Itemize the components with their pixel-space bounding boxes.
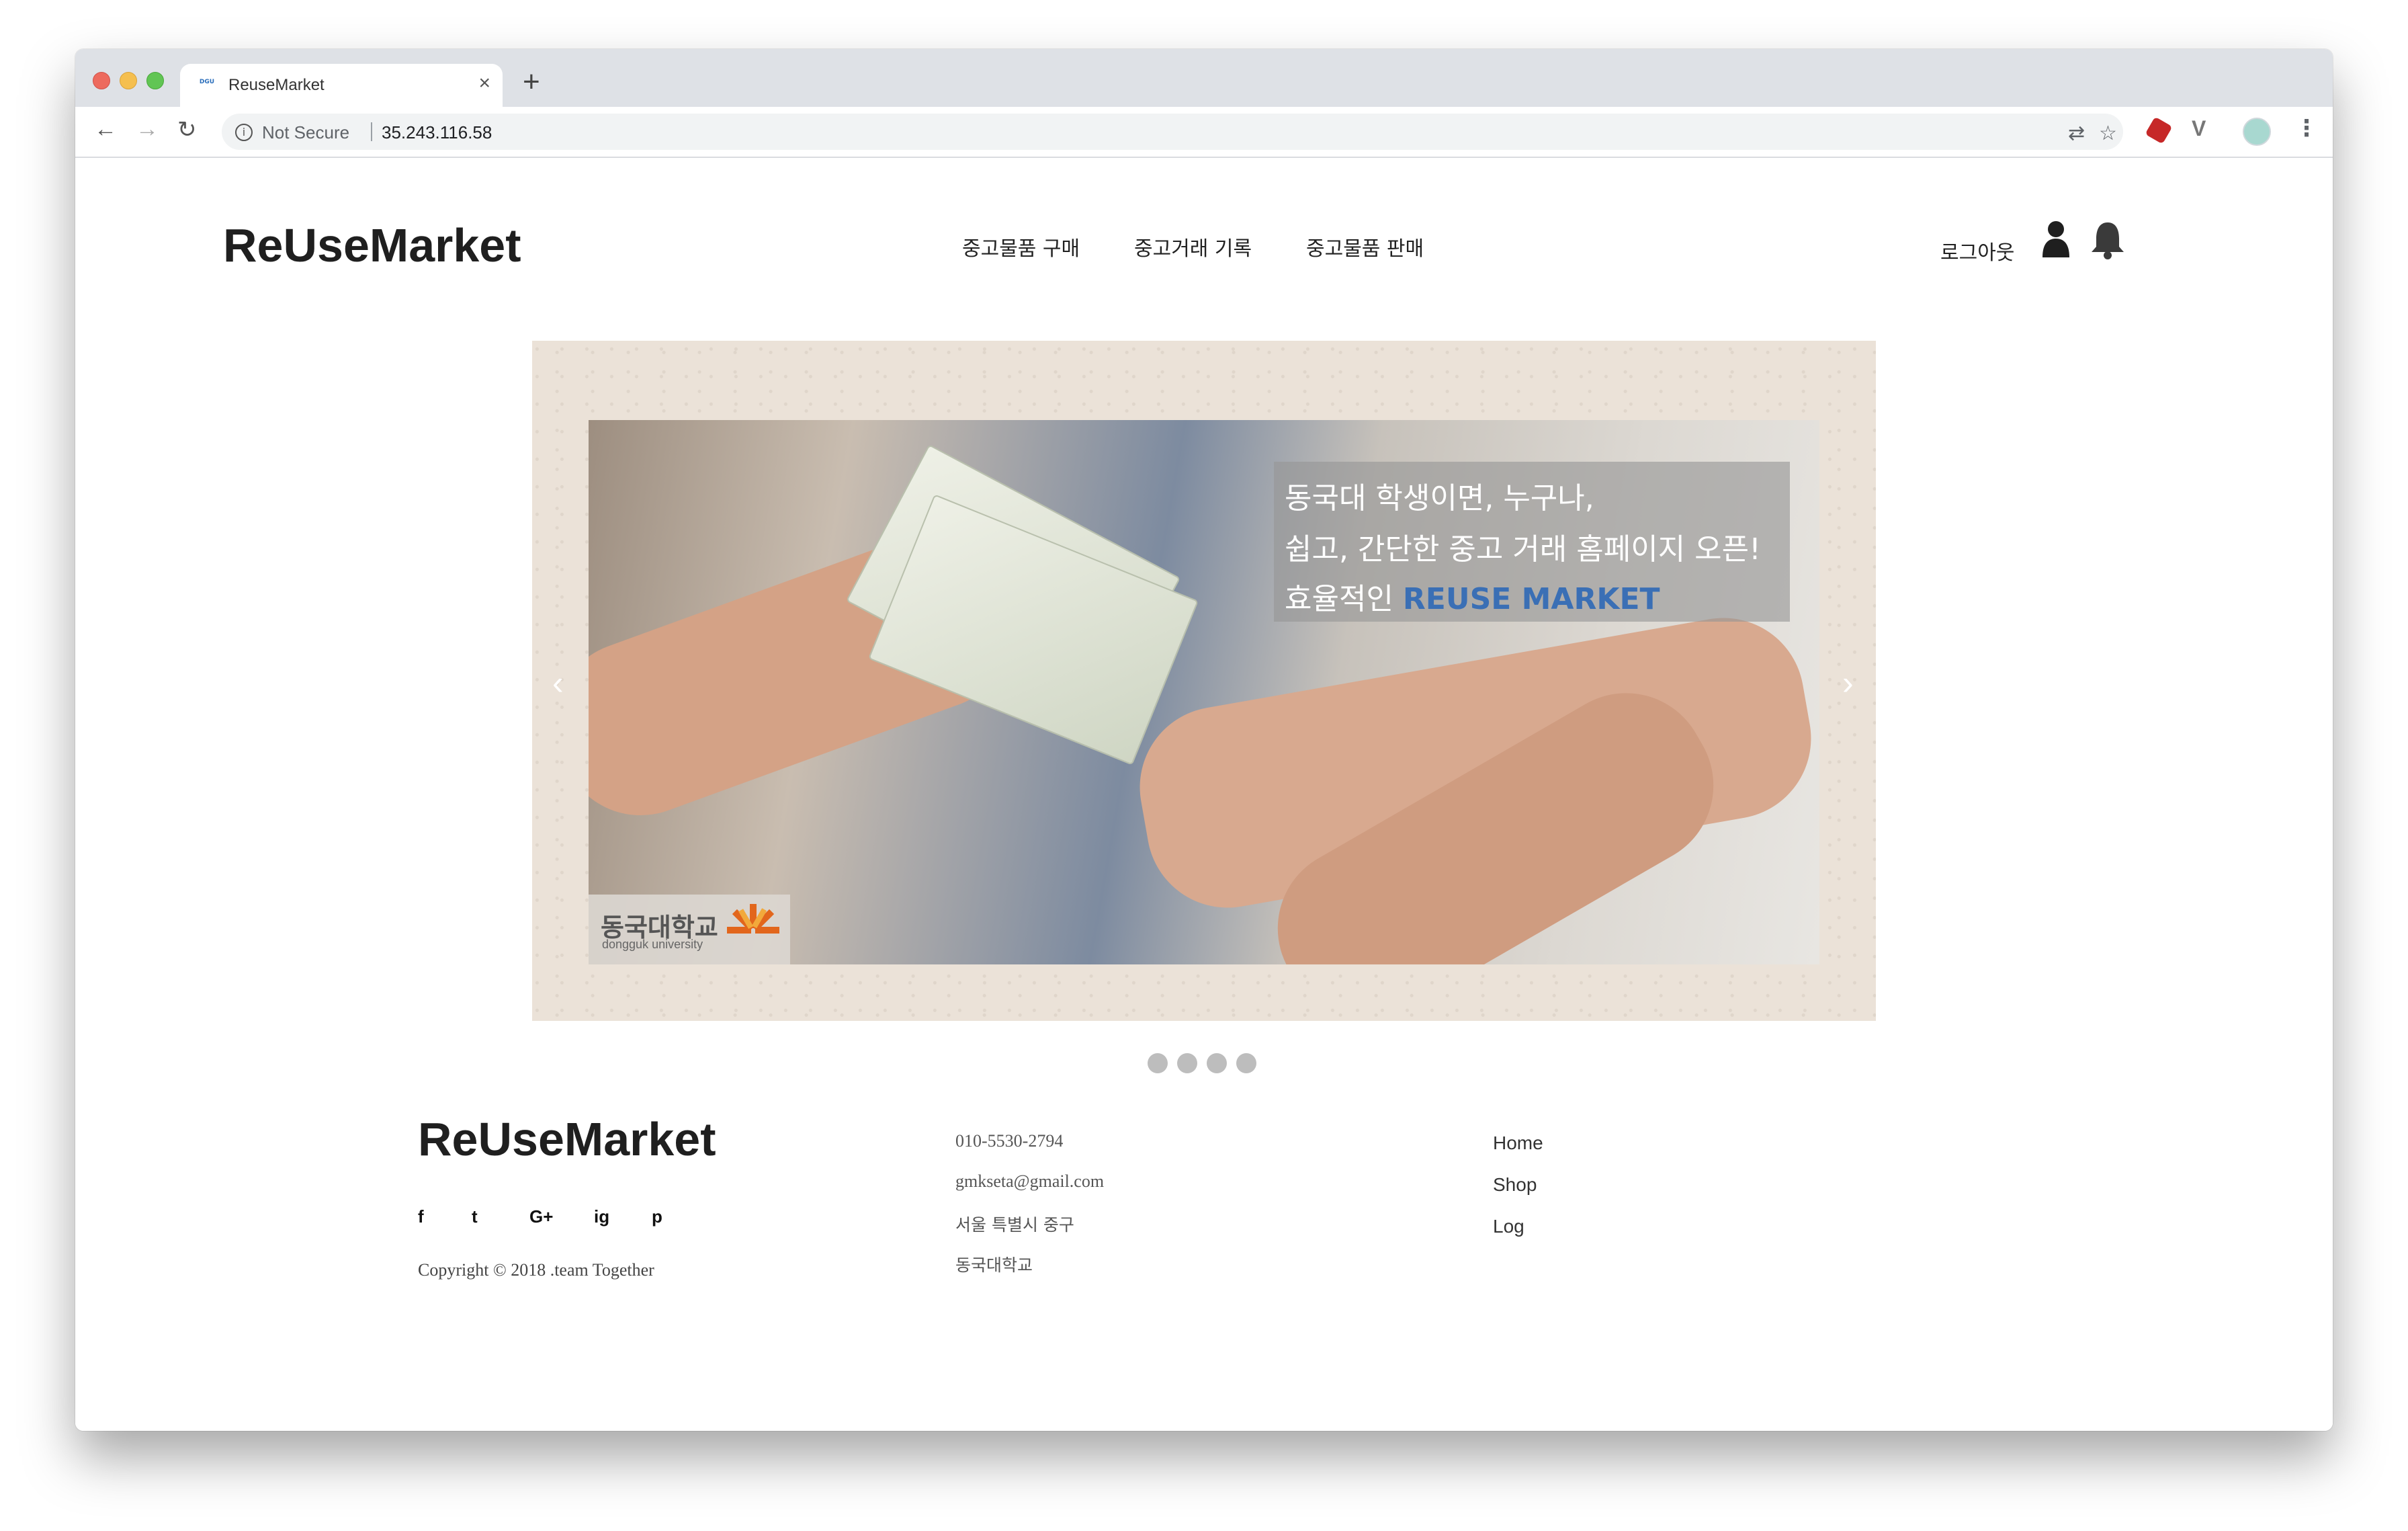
caption-line-3: 효율적인 REUSE MARKET [1285, 575, 1660, 618]
instagram-icon[interactable]: ig [594, 1206, 609, 1227]
tab-close-icon[interactable]: × [478, 72, 490, 95]
facebook-icon[interactable]: f [418, 1206, 424, 1227]
twitter-icon[interactable]: t [472, 1206, 478, 1227]
bookmark-star-icon[interactable]: ☆ [2099, 122, 2117, 145]
caption-line-1: 동국대 학생이면, 누구나, [1285, 481, 1594, 515]
caption-prefix: 효율적인 [1285, 582, 1403, 616]
footer-email[interactable]: gmkseta@gmail.com [955, 1171, 1104, 1192]
browser-toolbar: ← → ↻ i Not Secure 35.243.116.58 ⇄ ☆ V ⋮ [75, 107, 2333, 158]
carousel-caption: 동국대 학생이면, 누구나, 쉽고, 간단한 중고 거래 홈페이지 오픈! 효율… [1274, 462, 1790, 622]
tab-reusemarket[interactable]: DGU ReuseMarket × [180, 64, 503, 107]
carousel-indicator-1[interactable] [1148, 1053, 1168, 1073]
carousel-slide-image: 동국대 학생이면, 누구나, 쉽고, 간단한 중고 거래 홈페이지 오픈! 효율… [589, 420, 1819, 964]
user-icon[interactable] [2041, 220, 2071, 257]
footer-school: 동국대학교 [955, 1255, 1033, 1275]
caption-brand: REUSE MARKET [1402, 582, 1660, 616]
carousel-indicator-4[interactable] [1236, 1053, 1256, 1073]
favicon-icon: DGU [199, 79, 215, 85]
footer-link-shop[interactable]: Shop [1493, 1174, 1537, 1196]
browser-menu-icon[interactable]: ⋮ [2295, 115, 2318, 142]
address-bar[interactable]: i Not Secure 35.243.116.58 ⇄ ☆ [222, 114, 2123, 150]
site-logo[interactable]: ReUseMarket [223, 218, 521, 272]
footer-address: 서울 특별시 중구 [955, 1215, 1074, 1235]
hero-carousel[interactable]: 동국대 학생이면, 누구나, 쉽고, 간단한 중고 거래 홈페이지 오픈! 효율… [532, 341, 1876, 1021]
close-window-button[interactable] [93, 72, 110, 89]
browser-window: DGU ReuseMarket × + ← → ↻ i Not Secure 3… [75, 49, 2333, 1431]
extension-v-icon[interactable]: V [2192, 116, 2206, 141]
caption-line-2: 쉽고, 간단한 중고 거래 홈페이지 오픈! [1285, 532, 1761, 567]
nav-buy[interactable]: 중고물품 구매 [962, 232, 1080, 261]
bell-icon[interactable] [2090, 220, 2126, 260]
footer-link-home[interactable]: Home [1493, 1132, 1543, 1154]
footer-logo: ReUseMarket [418, 1113, 716, 1165]
google-plus-icon[interactable]: G+ [529, 1206, 553, 1227]
address-separator [371, 122, 372, 141]
carousel-prev-arrow[interactable]: ‹ [552, 663, 564, 702]
university-subtitle: dongguk university [602, 938, 703, 951]
reload-icon[interactable]: ↻ [177, 116, 197, 143]
footer-link-log[interactable]: Log [1493, 1216, 1524, 1237]
forward-arrow-icon[interactable]: → [136, 116, 159, 142]
carousel-indicator-3[interactable] [1207, 1053, 1227, 1073]
carousel-indicator-2[interactable] [1177, 1053, 1197, 1073]
extension-ruby-icon[interactable] [2145, 116, 2173, 144]
footer-phone: 010-5530-2794 [955, 1131, 1064, 1151]
url-text[interactable]: 35.243.116.58 [382, 122, 492, 143]
page-content: ReUseMarket 중고물품 구매 중고거래 기록 중고물품 판매 로그아웃… [75, 158, 2333, 1431]
carousel-next-arrow[interactable]: › [1842, 663, 1854, 702]
nav-history[interactable]: 중고거래 기록 [1134, 232, 1252, 261]
money-bill [867, 494, 1199, 766]
nav-sell[interactable]: 중고물품 판매 [1306, 232, 1424, 261]
back-arrow-icon[interactable]: ← [94, 116, 117, 142]
minimize-window-button[interactable] [120, 72, 137, 89]
info-icon[interactable]: i [235, 124, 253, 141]
logout-link[interactable]: 로그아웃 [1940, 236, 2014, 265]
university-badge: 동국대학교 dongguk university [589, 895, 790, 964]
translate-icon[interactable]: ⇄ [2068, 122, 2085, 145]
security-label: Not Secure [262, 122, 350, 142]
new-tab-icon[interactable]: + [523, 65, 540, 99]
copyright-text: Copyright © 2018 .team Together [418, 1260, 654, 1280]
pinterest-icon[interactable]: p [652, 1206, 662, 1227]
university-logo-icon [727, 904, 779, 934]
profile-avatar[interactable] [2243, 118, 2271, 146]
tab-bar: DGU ReuseMarket × + [75, 49, 2333, 107]
tab-title: ReuseMarket [228, 76, 325, 94]
maximize-window-button[interactable] [146, 72, 164, 89]
